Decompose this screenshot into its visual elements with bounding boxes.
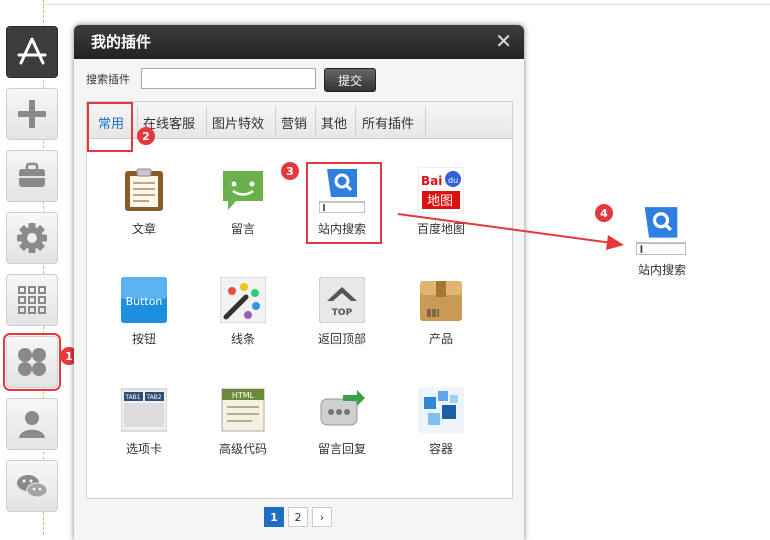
dropped-site-search-widget[interactable]: 站内搜索: [630, 205, 700, 280]
site-search-icon: [636, 207, 686, 255]
step-badge-4: 4: [595, 204, 613, 222]
dropped-widget-label: 站内搜索: [637, 263, 686, 277]
